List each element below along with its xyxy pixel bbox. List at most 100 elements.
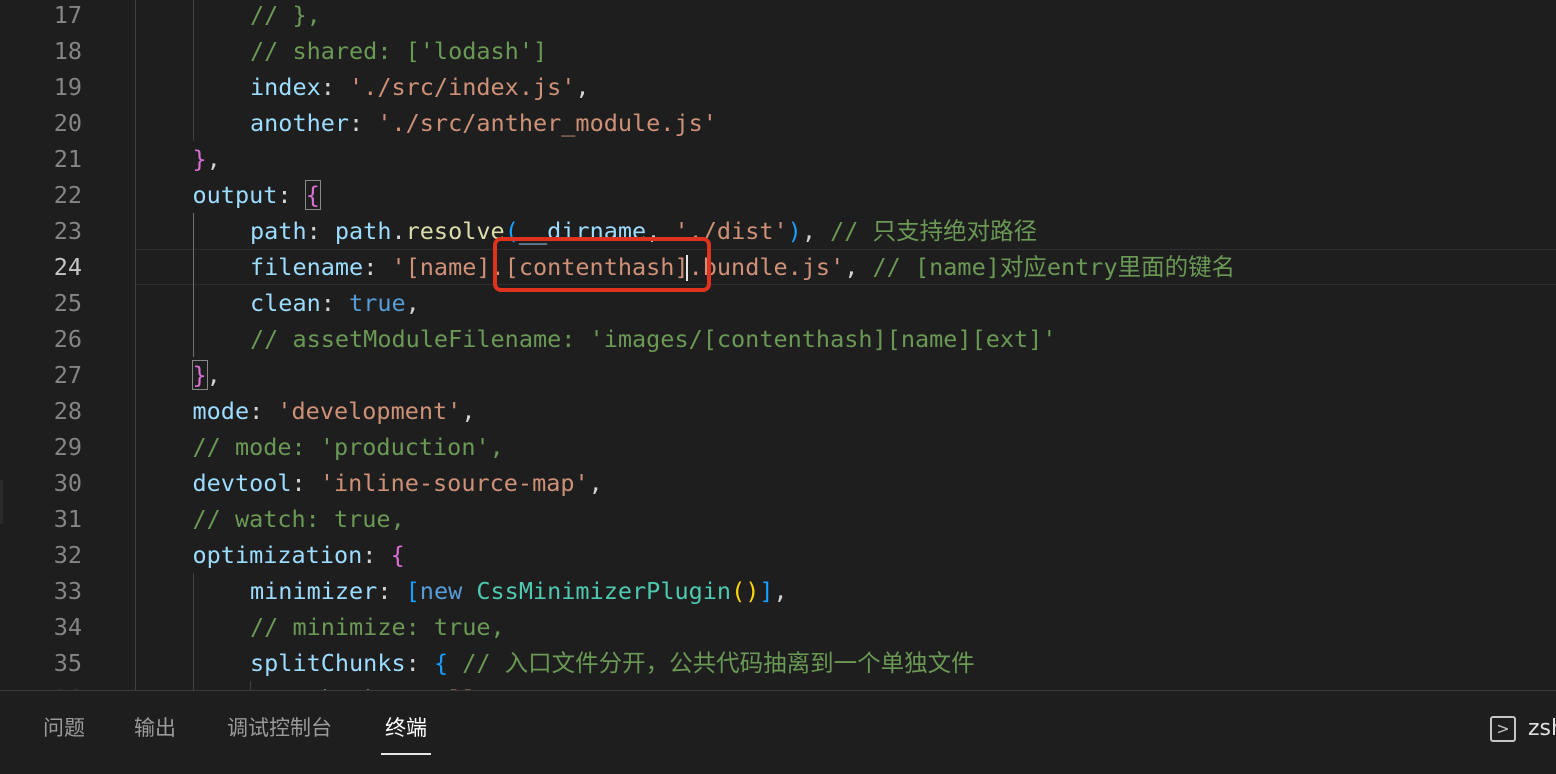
indent-guide xyxy=(192,645,194,681)
code-token: mode xyxy=(192,397,250,425)
code-token: splitChunks xyxy=(250,649,406,677)
code-token: devtool xyxy=(192,469,292,497)
code-text: // }, xyxy=(250,0,321,33)
indent-guide xyxy=(135,357,136,393)
indent-guide xyxy=(192,285,194,321)
code-line[interactable]: 17 // }, xyxy=(0,0,1556,33)
indent-guide xyxy=(135,321,136,357)
tab-terminal[interactable]: 终端 xyxy=(381,713,431,757)
code-line[interactable]: 24 filename: '[name].[contenthash].bundle… xyxy=(0,249,1556,285)
code-token: // shared: ['lodash'] xyxy=(250,37,548,65)
code-line[interactable]: 32 optimization: { xyxy=(0,537,1556,573)
code-line[interactable]: 26 // assetModuleFilename: 'images/[conte… xyxy=(0,321,1556,357)
code-token: path xyxy=(334,217,392,245)
line-number: 32 xyxy=(53,541,82,569)
line-number: 36 xyxy=(0,681,82,690)
terminal-icon[interactable]: > xyxy=(1490,716,1516,742)
terminal-name[interactable]: zsh xyxy=(1528,714,1556,744)
annotation-highlight-box xyxy=(493,237,711,292)
code-text: }, xyxy=(193,141,221,177)
code-token: // watch: true, xyxy=(192,505,405,533)
code-text: clean: true, xyxy=(250,285,420,321)
code-token: another xyxy=(250,109,350,137)
indent-guide xyxy=(135,501,136,537)
code-token: CssMinimizerPlugin xyxy=(476,577,732,605)
code-token: , xyxy=(405,289,420,317)
code-token: resolve xyxy=(405,217,505,245)
indent-guide xyxy=(192,213,194,249)
code-line[interactable]: 34 // minimize: true, xyxy=(0,609,1556,645)
code-line[interactable]: 27}, xyxy=(0,357,1556,393)
indent-guide xyxy=(135,573,136,609)
indent-guide xyxy=(192,321,194,357)
code-token: : xyxy=(377,577,406,605)
code-line[interactable]: 19 index: './src/index.js', xyxy=(0,69,1556,105)
indent-guide xyxy=(135,249,136,285)
code-line[interactable]: 36 chunks: 'all' xyxy=(0,681,1556,690)
code-line[interactable]: 35 splitChunks: { // 入口文件分开，公共代码抽离到一个单独文件 xyxy=(0,645,1556,681)
line-number: 29 xyxy=(53,433,82,461)
indent-guide xyxy=(135,537,136,573)
code-line[interactable]: 30 devtool: 'inline-source-map', xyxy=(0,465,1556,501)
tab-output[interactable]: 输出 xyxy=(134,713,176,757)
code-token: // }, xyxy=(250,1,321,29)
code-text: minimizer: [new CssMinimizerPlugin()], xyxy=(250,573,788,609)
line-number: 35 xyxy=(53,649,82,677)
code-token: : xyxy=(291,469,320,497)
line-number: 27 xyxy=(53,361,82,389)
code-token: './src/anther_module.js' xyxy=(377,109,717,137)
code-line[interactable]: 21}, xyxy=(0,141,1556,177)
code-text: optimization: { xyxy=(193,537,405,573)
code-token: , xyxy=(773,577,788,605)
code-token: , xyxy=(844,253,873,281)
indent-guide xyxy=(192,681,194,690)
code-text: // watch: true, xyxy=(193,501,405,537)
tab-debug-console[interactable]: 调试控制台 xyxy=(227,713,332,757)
line-number: 18 xyxy=(53,37,82,65)
code-line[interactable]: 18 // shared: ['lodash'] xyxy=(0,33,1556,69)
indent-guide xyxy=(192,0,194,33)
code-token: , xyxy=(575,73,590,101)
code-token: , xyxy=(206,145,221,173)
code-line[interactable]: 28 mode: 'development', xyxy=(0,393,1556,429)
indent-guide xyxy=(135,213,136,249)
code-token: : xyxy=(277,181,306,209)
code-line[interactable]: 25 clean: true, xyxy=(0,285,1556,321)
indent-guide xyxy=(135,285,136,321)
code-token: // mode: 'production', xyxy=(192,433,504,461)
code-token: , xyxy=(588,469,603,497)
indent-guide xyxy=(135,645,136,681)
code-token: path xyxy=(250,217,307,245)
line-number: 23 xyxy=(53,217,82,245)
code-text: filename: '[name].[contenthash].bundle.j… xyxy=(250,249,1235,285)
code-line[interactable]: 22 output: { xyxy=(0,177,1556,213)
code-token: [ xyxy=(405,577,420,605)
line-number: 24 xyxy=(53,253,82,281)
line-number: 26 xyxy=(53,325,82,353)
code-token: // 入口文件分开，公共代码抽离到一个单独文件 xyxy=(462,649,975,677)
line-number: 28 xyxy=(53,397,82,425)
indent-guide xyxy=(192,609,194,645)
code-text: index: './src/index.js', xyxy=(250,69,590,105)
code-line[interactable]: 20 another: './src/anther_module.js' xyxy=(0,105,1556,141)
code-token: output xyxy=(192,181,278,209)
code-token: ) xyxy=(787,217,802,245)
line-number: 31 xyxy=(53,505,82,533)
line-number: 25 xyxy=(53,289,82,317)
code-line[interactable]: 29 // mode: 'production', xyxy=(0,429,1556,465)
code-token: // assetModuleFilename: 'images/[content… xyxy=(250,325,1057,353)
code-line[interactable]: 33 minimizer: [new CssMinimizerPlugin()], xyxy=(0,573,1556,609)
tab-problems[interactable]: 问题 xyxy=(43,713,85,757)
indent-guide xyxy=(135,393,136,429)
code-token: filename xyxy=(250,253,364,281)
code-line[interactable]: 31 // watch: true, xyxy=(0,501,1556,537)
code-token: , xyxy=(206,361,221,389)
code-token: true xyxy=(349,289,406,317)
code-token: 'development' xyxy=(277,397,462,425)
indent-guide xyxy=(135,609,136,645)
code-line[interactable]: 23 path: path.resolve(__dirname, './dist'… xyxy=(0,213,1556,249)
code-text: // shared: ['lodash'] xyxy=(250,33,547,69)
line-number: 33 xyxy=(53,577,82,605)
code-editor[interactable]: 17 // }, 18 // shared: ['lodash'] 19 index: '… xyxy=(0,0,1556,690)
line-number: 19 xyxy=(53,73,82,101)
